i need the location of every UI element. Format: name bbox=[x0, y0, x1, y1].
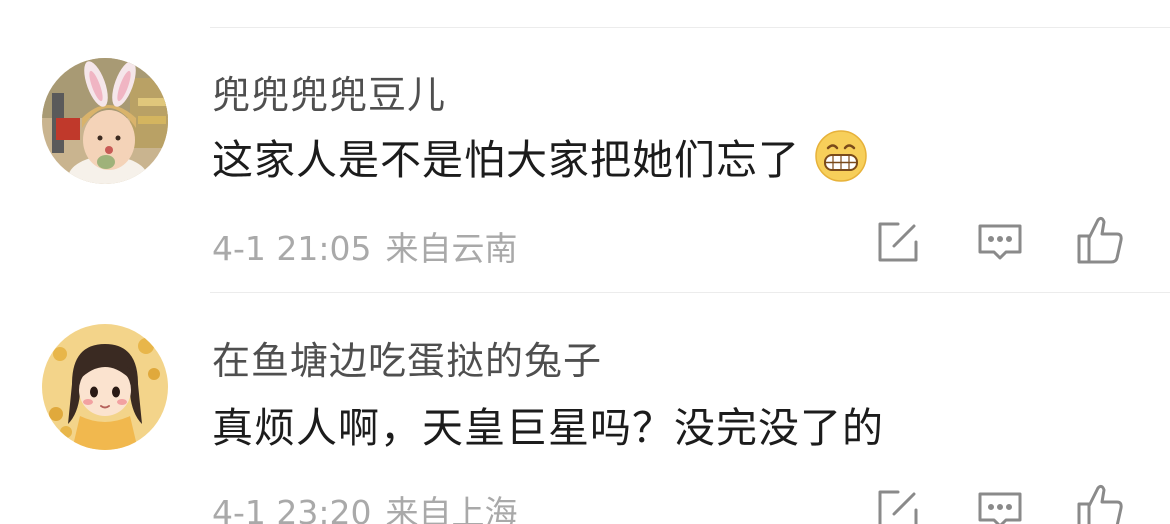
comment-icon[interactable] bbox=[976, 486, 1024, 524]
comment-location: 来自云南 bbox=[385, 229, 518, 268]
comment-text: 这家人是不是怕大家把她们忘了 bbox=[212, 126, 868, 186]
username[interactable]: 兜兜兜兜豆儿 bbox=[212, 64, 446, 119]
thumbs-up-icon[interactable] bbox=[1076, 482, 1124, 524]
share-icon[interactable] bbox=[874, 486, 922, 524]
comment-time: 4-1 21:05 bbox=[212, 229, 372, 268]
comment-time: 4-1 23:20 bbox=[212, 493, 372, 524]
thumbs-up-icon[interactable] bbox=[1076, 214, 1124, 264]
comment-meta: 4-1 21:05 来自云南 bbox=[212, 222, 518, 270]
avatar[interactable] bbox=[42, 58, 168, 184]
divider bbox=[210, 27, 1170, 28]
comment-icon[interactable] bbox=[976, 218, 1024, 266]
avatar[interactable] bbox=[42, 324, 168, 450]
comment-meta: 4-1 23:20 来自上海 bbox=[212, 486, 518, 524]
comment-text: 真烦人啊，天皇巨星吗？没完没了的 bbox=[212, 394, 884, 454]
username[interactable]: 在鱼塘边吃蛋挞的兔子 bbox=[212, 330, 602, 385]
comment-body: 真烦人啊，天皇巨星吗？没完没了的 bbox=[212, 404, 884, 452]
comment-location: 来自上海 bbox=[385, 493, 518, 524]
divider bbox=[210, 292, 1170, 293]
share-icon[interactable] bbox=[874, 218, 922, 266]
grinning-emoji-icon bbox=[814, 129, 868, 183]
comment-list: 兜兜兜兜豆儿 这家人是不是怕大家把她们忘了 4-1 21:05 来自云南 在鱼塘… bbox=[0, 0, 1170, 524]
comment-body: 这家人是不是怕大家把她们忘了 bbox=[212, 136, 800, 184]
